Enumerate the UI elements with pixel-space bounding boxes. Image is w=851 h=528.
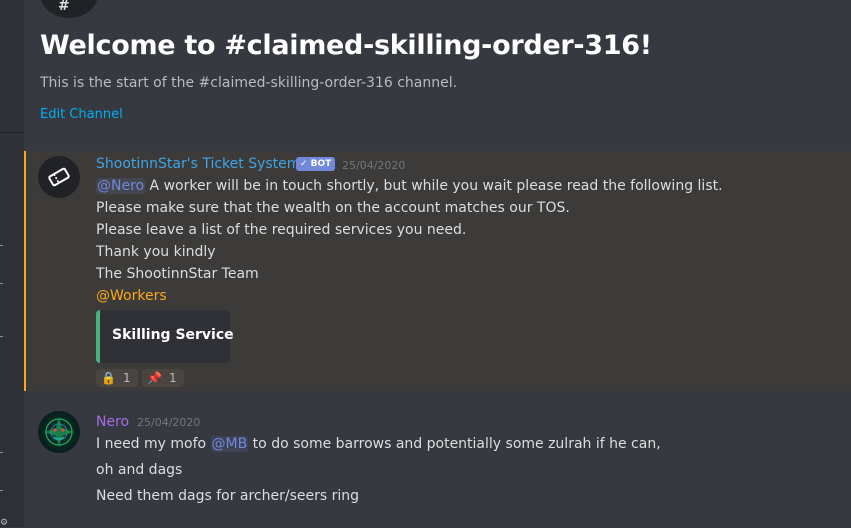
sidebar-tick [0,490,3,491]
bot-tag-badge: ✓ BOT [296,157,336,171]
embed-title: Skilling Service [112,327,234,343]
user-line-text: to do some barrows and potentially some … [248,436,661,452]
bot-timestamp: 25/04/2020 [342,159,406,172]
sidebar-divider [0,132,24,133]
user-avatar[interactable] [38,411,80,453]
bot-message-line: Please make sure that the wealth on the … [96,200,570,216]
sidebar-tick [0,283,3,284]
reaction-count: 1 [122,371,131,385]
bot-avatar[interactable] [38,156,80,198]
role-mention[interactable]: @Workers [96,288,167,304]
bot-message-line: @Workers [96,288,167,304]
server-icon: # [40,0,98,18]
bot-author-name[interactable]: ShootinnStar's Ticket System [96,156,300,172]
bot-message-line: @Nero A worker will be in touch shortly,… [96,178,723,194]
reaction-count: 1 [168,371,177,385]
user-mention[interactable]: @Nero [96,178,146,194]
message-embed: Skilling Service [96,310,234,363]
bot-line-text: A worker will be in touch shortly, but w… [145,178,723,194]
user-message-line: I need my mofo @MB to do some barrows an… [96,436,661,452]
gear-icon[interactable]: ⚙ [0,519,8,528]
reaction-lock[interactable]: 🔒 1 [96,369,138,387]
sidebar-tick [0,245,3,246]
reaction-pin[interactable]: 📌 1 [142,369,184,387]
welcome-title: Welcome to #claimed-skilling-order-316! [40,30,652,61]
edit-channel-link[interactable]: Edit Channel [40,107,123,122]
user-message-line: oh and dags [96,462,183,478]
sidebar-tick [0,452,3,453]
avatar-image-icon [44,417,74,447]
left-sidebar-edge: ⚙ [0,0,24,528]
sidebar-tick [0,336,3,337]
user-line-text: I need my mofo [96,436,211,452]
ticket-icon [48,167,70,187]
lock-icon: 🔒 [101,371,116,385]
welcome-subtitle: This is the start of the #claimed-skilli… [40,75,458,91]
pushpin-icon: 📌 [147,371,162,385]
user-mention[interactable]: @MB [210,436,249,452]
user-author-name[interactable]: Nero [96,414,129,430]
bot-message-line: Please leave a list of the required serv… [96,222,467,238]
bot-message-line: The ShootinnStar Team [96,266,259,282]
bot-message-line: Thank you kindly [96,244,216,260]
user-timestamp: 25/04/2020 [137,416,201,429]
user-message-line: Need them dags for archer/seers ring [96,488,360,504]
